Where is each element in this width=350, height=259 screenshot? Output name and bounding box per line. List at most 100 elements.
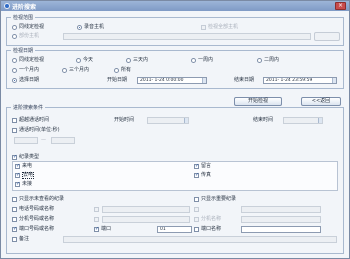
search-date-legend: 检视日期 xyxy=(13,48,34,54)
port-name-label: 端口号码或名称 xyxy=(19,226,55,232)
ext-name-label: 分机号码或名称 xyxy=(19,216,55,222)
port-checkbox[interactable]: ✓ xyxy=(94,227,99,232)
call-duration-checkbox[interactable] xyxy=(12,128,17,133)
end-time-spin[interactable] xyxy=(318,118,322,123)
only-unread-checkbox[interactable] xyxy=(12,197,17,202)
outgoing-label: 去电 xyxy=(22,172,35,179)
end-time-input[interactable] xyxy=(283,117,323,124)
ext-name-right-label: 分机名称 xyxy=(201,216,222,222)
start-time-spin[interactable] xyxy=(184,118,188,123)
app-icon xyxy=(4,3,10,9)
start-time-label: 开始时间 xyxy=(114,117,135,123)
advanced-search-window: 进阶搜索 × 检视范围 同线定检视 录音主机 检视全部主机 部份主机 检视日期 … xyxy=(0,0,350,259)
only-unread-label: 只显示未查看的纪录 xyxy=(19,196,65,202)
date-2weeks-radio[interactable] xyxy=(257,58,262,63)
recording-host-label: 录音主机 xyxy=(84,24,105,30)
port-name-right-label: 端口名称 xyxy=(201,226,222,232)
ext-name-checkbox[interactable] xyxy=(12,217,17,222)
same-station-label: 同线定检视 xyxy=(19,24,45,30)
search-scope-group: 检视范围 xyxy=(6,14,344,46)
end-date-spin[interactable] xyxy=(332,78,336,83)
phone-number-checkbox[interactable] xyxy=(94,207,99,212)
date-all-label: 所有 xyxy=(121,67,132,73)
call-duration-label: 通话时间(单位:秒) xyxy=(19,127,60,133)
fax-checkbox[interactable]: ✓ xyxy=(194,173,199,178)
date-2weeks-label: 二周内 xyxy=(264,57,280,63)
duration-dash: — xyxy=(41,137,46,143)
fax-label: 传真 xyxy=(201,172,212,178)
start-date-value: 2011- 1-24 0:00:00 xyxy=(140,78,184,83)
partial-host-radio[interactable] xyxy=(12,34,17,39)
record-type-panel xyxy=(12,161,338,191)
ext-name-sub-checkbox[interactable] xyxy=(194,217,199,222)
incoming-checkbox[interactable]: ✓ xyxy=(15,164,20,169)
remark-label: 备注 xyxy=(19,236,30,242)
remark-checkbox[interactable] xyxy=(12,237,17,242)
window-title: 进阶搜索 xyxy=(12,4,37,11)
end-date-input[interactable]: 2011- 1-24 23:59:59 xyxy=(263,77,337,84)
date-all-radio[interactable] xyxy=(114,68,119,73)
date-3months-label: 三个月内 xyxy=(69,67,90,73)
port-name-sub-checkbox[interactable] xyxy=(194,227,199,232)
select-date-radio[interactable] xyxy=(12,78,17,83)
ext-number-input[interactable] xyxy=(102,216,190,223)
phone-number-input[interactable] xyxy=(102,206,190,213)
start-time-input[interactable] xyxy=(147,117,189,124)
only-important-label: 只显示重要纪录 xyxy=(201,196,237,202)
date-option-1-radio[interactable] xyxy=(12,58,17,63)
host-browse-button[interactable] xyxy=(314,32,340,41)
duration-min-input[interactable] xyxy=(14,137,38,144)
date-1week-label: 一周内 xyxy=(198,57,214,63)
phone-name-checkbox[interactable] xyxy=(12,207,17,212)
end-date-label: 结束日期 xyxy=(234,77,255,83)
date-today-label: 今天 xyxy=(83,57,94,63)
port-name-checkbox[interactable]: ✓ xyxy=(12,227,17,232)
end-time-label: 结束时间 xyxy=(253,117,274,123)
exceed-call-time-label: 超越通话时间 xyxy=(19,117,50,123)
record-type-label: 纪录类型 xyxy=(19,154,40,160)
host-list-field[interactable] xyxy=(63,33,311,40)
voicemail-checkbox[interactable]: ✓ xyxy=(194,164,199,169)
same-station-radio[interactable] xyxy=(12,25,17,30)
check-all-hosts-label: 检视全部主机 xyxy=(208,24,239,30)
date-1week-radio[interactable] xyxy=(191,58,196,63)
record-type-checkbox[interactable]: ✓ xyxy=(12,155,17,160)
port-number-value: 01 xyxy=(160,227,166,232)
port-label: 端口 xyxy=(101,226,112,232)
end-date-value: 2011- 1-24 23:59:59 xyxy=(266,78,313,83)
ext-name-input[interactable] xyxy=(241,216,321,223)
search-scope-legend: 检视范围 xyxy=(13,15,34,21)
voicemail-label: 留言 xyxy=(201,163,212,169)
date-1month-radio[interactable] xyxy=(12,68,17,73)
phone-name-sub-checkbox[interactable] xyxy=(194,207,199,212)
date-3months-radio[interactable] xyxy=(62,68,67,73)
phone-name-input[interactable] xyxy=(241,206,321,213)
port-name-input[interactable] xyxy=(241,226,321,233)
close-button[interactable]: × xyxy=(335,2,346,10)
partial-host-label: 部份主机 xyxy=(19,33,40,39)
only-important-checkbox[interactable] xyxy=(194,197,199,202)
start-date-spin[interactable] xyxy=(202,78,206,83)
advanced-conditions-legend: 进阶搜索条件 xyxy=(13,105,44,111)
start-date-input[interactable]: 2011- 1-24 0:00:00 xyxy=(137,77,207,84)
outgoing-checkbox[interactable]: ✓ xyxy=(15,173,20,178)
check-all-hosts-checkbox[interactable] xyxy=(201,25,206,30)
title-bar: 进阶搜索 × xyxy=(1,1,349,11)
remark-input[interactable] xyxy=(63,236,337,243)
phone-name-label: 电话号码或名称 xyxy=(19,206,55,212)
exceed-call-time-checkbox[interactable] xyxy=(12,118,17,123)
date-3days-radio[interactable] xyxy=(126,58,131,63)
select-date-label: 选择日期 xyxy=(19,77,40,83)
recording-host-radio[interactable] xyxy=(77,25,82,30)
ext-number-checkbox[interactable] xyxy=(94,217,99,222)
date-1month-label: 一个月内 xyxy=(19,67,40,73)
date-today-radio[interactable] xyxy=(76,58,81,63)
date-option-1-label: 同线定检视 xyxy=(19,57,45,63)
missed-label: 未接 xyxy=(22,181,33,187)
date-3days-label: 三天内 xyxy=(133,57,149,63)
port-number-input[interactable]: 01 xyxy=(157,226,192,233)
start-date-label: 开始日期 xyxy=(107,77,128,83)
missed-checkbox[interactable]: ✓ xyxy=(15,182,20,187)
incoming-label: 来电 xyxy=(22,163,33,169)
duration-max-input[interactable] xyxy=(51,137,75,144)
